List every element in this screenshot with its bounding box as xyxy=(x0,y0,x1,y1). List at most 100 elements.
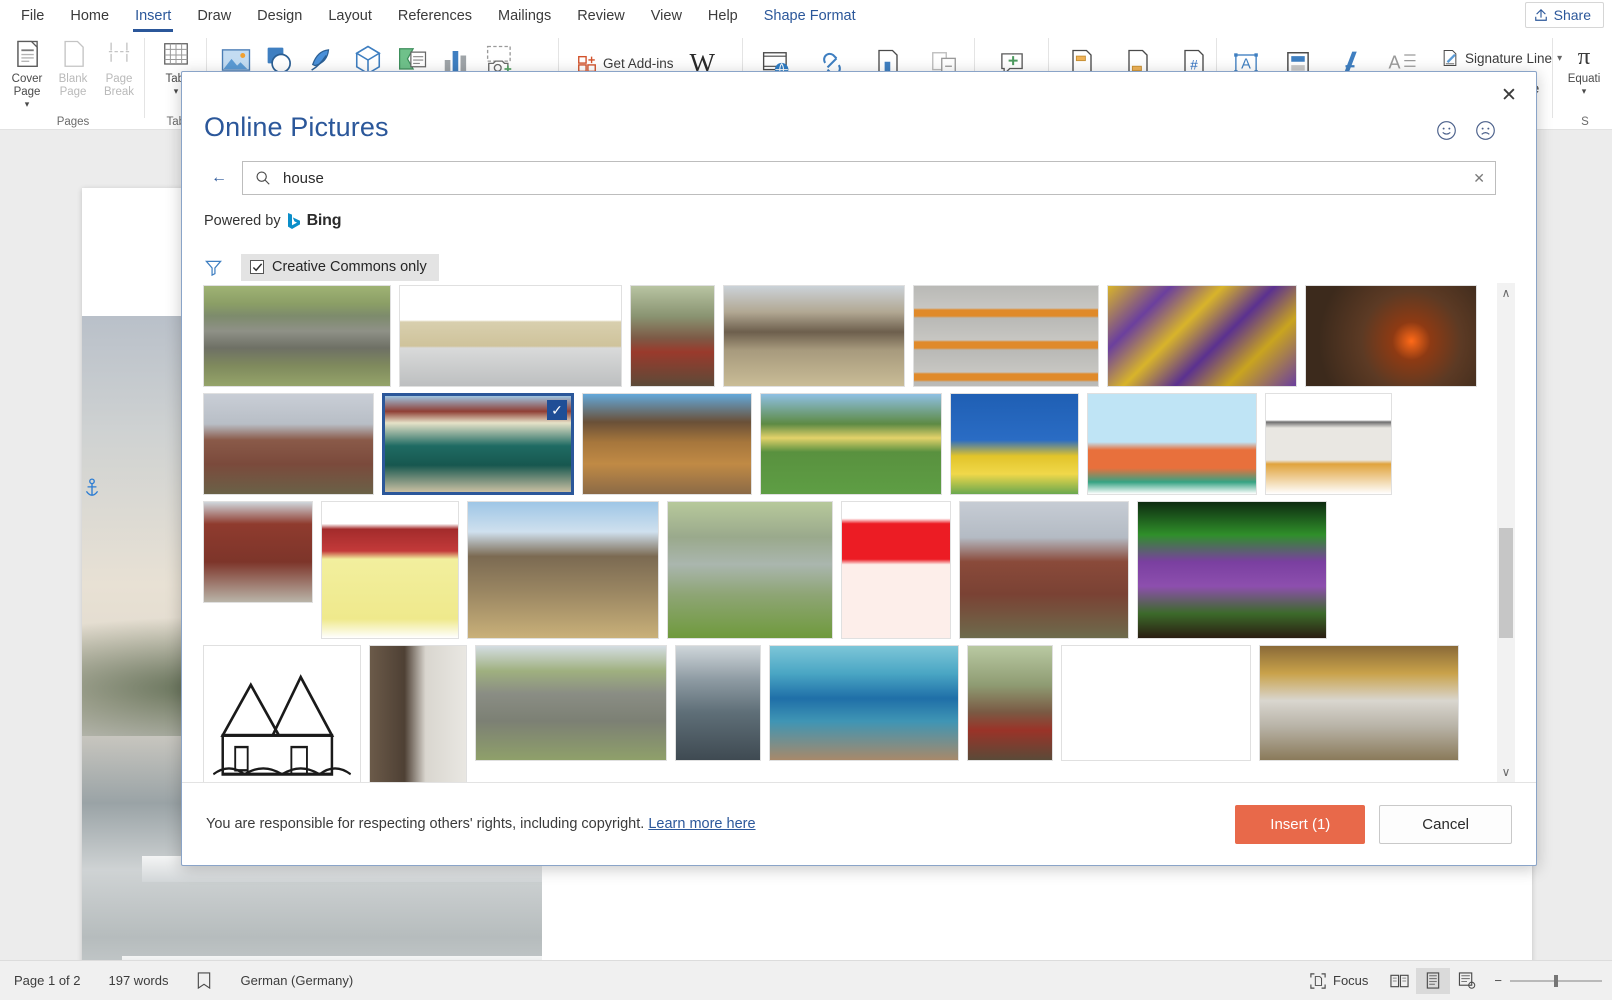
thumbnail-image xyxy=(322,502,458,638)
happy-face-icon[interactable] xyxy=(1436,120,1457,141)
proofing-status[interactable] xyxy=(182,972,226,989)
search-result-thumbnail[interactable] xyxy=(959,501,1129,639)
checkbox-box xyxy=(250,260,264,274)
ribbon-tab-mailings[interactable]: Mailings xyxy=(485,2,564,31)
insert-button[interactable]: Insert (1) xyxy=(1235,804,1366,844)
blank-page-icon xyxy=(64,40,84,67)
table-icon xyxy=(164,43,188,65)
search-result-thumbnail[interactable] xyxy=(967,645,1053,761)
thumbnail-image xyxy=(770,646,958,760)
print-layout-view-button[interactable] xyxy=(1416,967,1451,994)
ribbon-tab-layout[interactable]: Layout xyxy=(315,2,385,31)
proofing-icon xyxy=(198,972,211,989)
copyright-text: You are responsible for respecting other… xyxy=(206,816,645,832)
ribbon-tab-draw[interactable]: Draw xyxy=(184,2,244,31)
zoom-knob[interactable] xyxy=(1554,974,1558,987)
search-result-thumbnail[interactable] xyxy=(1107,285,1297,387)
ribbon-tab-review[interactable]: Review xyxy=(564,2,638,31)
search-result-thumbnail[interactable] xyxy=(723,285,905,387)
filter-icon[interactable] xyxy=(204,258,223,277)
search-result-thumbnail[interactable] xyxy=(203,501,313,603)
search-result-thumbnail[interactable] xyxy=(1259,645,1459,761)
search-result-thumbnail[interactable] xyxy=(667,501,833,639)
language-indicator[interactable]: German (Germany) xyxy=(226,973,367,988)
blank-page-button[interactable]: Blank Page xyxy=(50,32,96,110)
creative-commons-only-checkbox[interactable]: Creative Commons only xyxy=(241,254,439,281)
back-button[interactable]: ← xyxy=(204,163,234,193)
equation-label: Equati xyxy=(1567,73,1601,85)
search-result-thumbnail[interactable] xyxy=(1087,393,1257,495)
search-result-thumbnail[interactable] xyxy=(475,645,667,761)
clear-search-icon[interactable]: ✕ xyxy=(1473,170,1485,187)
page-break-button[interactable]: Page Break xyxy=(96,32,142,110)
read-mode-view-button[interactable] xyxy=(1382,968,1416,994)
signature-line-button[interactable]: Signature Line ▾ xyxy=(1436,46,1566,70)
thumbnail-image xyxy=(204,394,373,494)
dialog-title: Online Pictures xyxy=(204,112,389,142)
search-result-thumbnail[interactable] xyxy=(950,393,1079,495)
search-result-thumbnail[interactable] xyxy=(630,285,715,387)
thumbnail-image xyxy=(204,286,390,386)
cancel-button[interactable]: Cancel xyxy=(1379,804,1512,844)
search-result-thumbnail[interactable] xyxy=(203,645,361,782)
ribbon-tab-home[interactable]: Home xyxy=(57,2,122,31)
online-pictures-dialog: ✕ Online Pictures ← ✕ xyxy=(181,71,1537,866)
thumbnail-image xyxy=(583,394,751,494)
search-result-thumbnail[interactable] xyxy=(203,393,374,495)
search-result-thumbnail[interactable] xyxy=(760,393,942,495)
thumbnail-image xyxy=(1088,394,1256,494)
focus-mode-button[interactable]: Focus xyxy=(1296,972,1382,989)
search-result-thumbnail[interactable] xyxy=(1305,285,1477,387)
equation-button[interactable]: π Equati ▾ xyxy=(1558,32,1610,97)
page-indicator[interactable]: Page 1 of 2 xyxy=(0,973,95,988)
word-count[interactable]: 197 words xyxy=(95,973,183,988)
learn-more-link[interactable]: Learn more here xyxy=(648,816,755,832)
ribbon-tab-references[interactable]: References xyxy=(385,2,485,31)
zoom-track[interactable] xyxy=(1510,974,1602,987)
search-result-thumbnail[interactable] xyxy=(582,393,752,495)
web-layout-view-button[interactable] xyxy=(1450,968,1484,994)
search-result-thumbnail[interactable] xyxy=(1137,501,1327,639)
search-result-thumbnail[interactable] xyxy=(1265,393,1392,495)
search-result-thumbnail[interactable] xyxy=(769,645,959,761)
scroll-up-button[interactable]: ∧ xyxy=(1497,283,1515,303)
ribbon-tab-insert[interactable]: Insert xyxy=(122,2,184,32)
search-result-thumbnail[interactable] xyxy=(321,501,459,639)
zoom-slider[interactable]: − xyxy=(1484,973,1612,988)
ribbon-tab-shape-format[interactable]: Shape Format xyxy=(751,2,869,31)
thumbnail-image xyxy=(631,286,714,386)
search-result-thumbnail[interactable] xyxy=(913,285,1099,387)
ribbon-tab-view[interactable]: View xyxy=(638,2,695,31)
focus-icon xyxy=(1310,972,1326,989)
scroll-down-button[interactable]: ∨ xyxy=(1497,762,1515,782)
thumbnail-image xyxy=(476,646,666,760)
search-box[interactable]: ✕ xyxy=(242,161,1496,195)
search-result-thumbnail[interactable] xyxy=(675,645,761,761)
search-result-thumbnail[interactable] xyxy=(399,285,622,387)
copyright-notice: You are responsible for respecting other… xyxy=(206,816,756,832)
search-result-thumbnail[interactable] xyxy=(1061,645,1251,761)
zoom-out-button[interactable]: − xyxy=(1494,973,1502,988)
share-button[interactable]: Share xyxy=(1524,2,1604,28)
ribbon-tab-help[interactable]: Help xyxy=(695,2,751,31)
sad-face-icon[interactable] xyxy=(1475,120,1496,141)
results-scrollbar[interactable]: ∧ ∨ xyxy=(1497,283,1515,782)
status-bar-right: Focus − xyxy=(1296,967,1612,994)
thumbnail-image xyxy=(370,646,466,782)
ribbon-tab-file[interactable]: File xyxy=(8,2,57,31)
cover-page-button[interactable]: Cover Page ▾ xyxy=(4,32,50,110)
anchor-icon xyxy=(85,478,99,496)
search-result-thumbnail[interactable] xyxy=(841,501,951,639)
search-result-thumbnail[interactable] xyxy=(467,501,659,639)
ribbon-tab-design[interactable]: Design xyxy=(244,2,315,31)
search-result-thumbnail[interactable] xyxy=(203,285,391,387)
thumbnail-image xyxy=(842,502,950,638)
search-result-thumbnail[interactable] xyxy=(369,645,467,782)
chevron-down-icon: ▾ xyxy=(173,86,179,97)
scrollbar-thumb[interactable] xyxy=(1499,528,1513,638)
thumbnail-image xyxy=(385,396,571,492)
search-result-thumbnail[interactable]: ✓ xyxy=(382,393,574,495)
dialog-close-button[interactable]: ✕ xyxy=(1492,80,1526,110)
search-input[interactable] xyxy=(281,168,1464,188)
ribbon-group-symbols: π Equati ▾ S xyxy=(1558,32,1612,130)
